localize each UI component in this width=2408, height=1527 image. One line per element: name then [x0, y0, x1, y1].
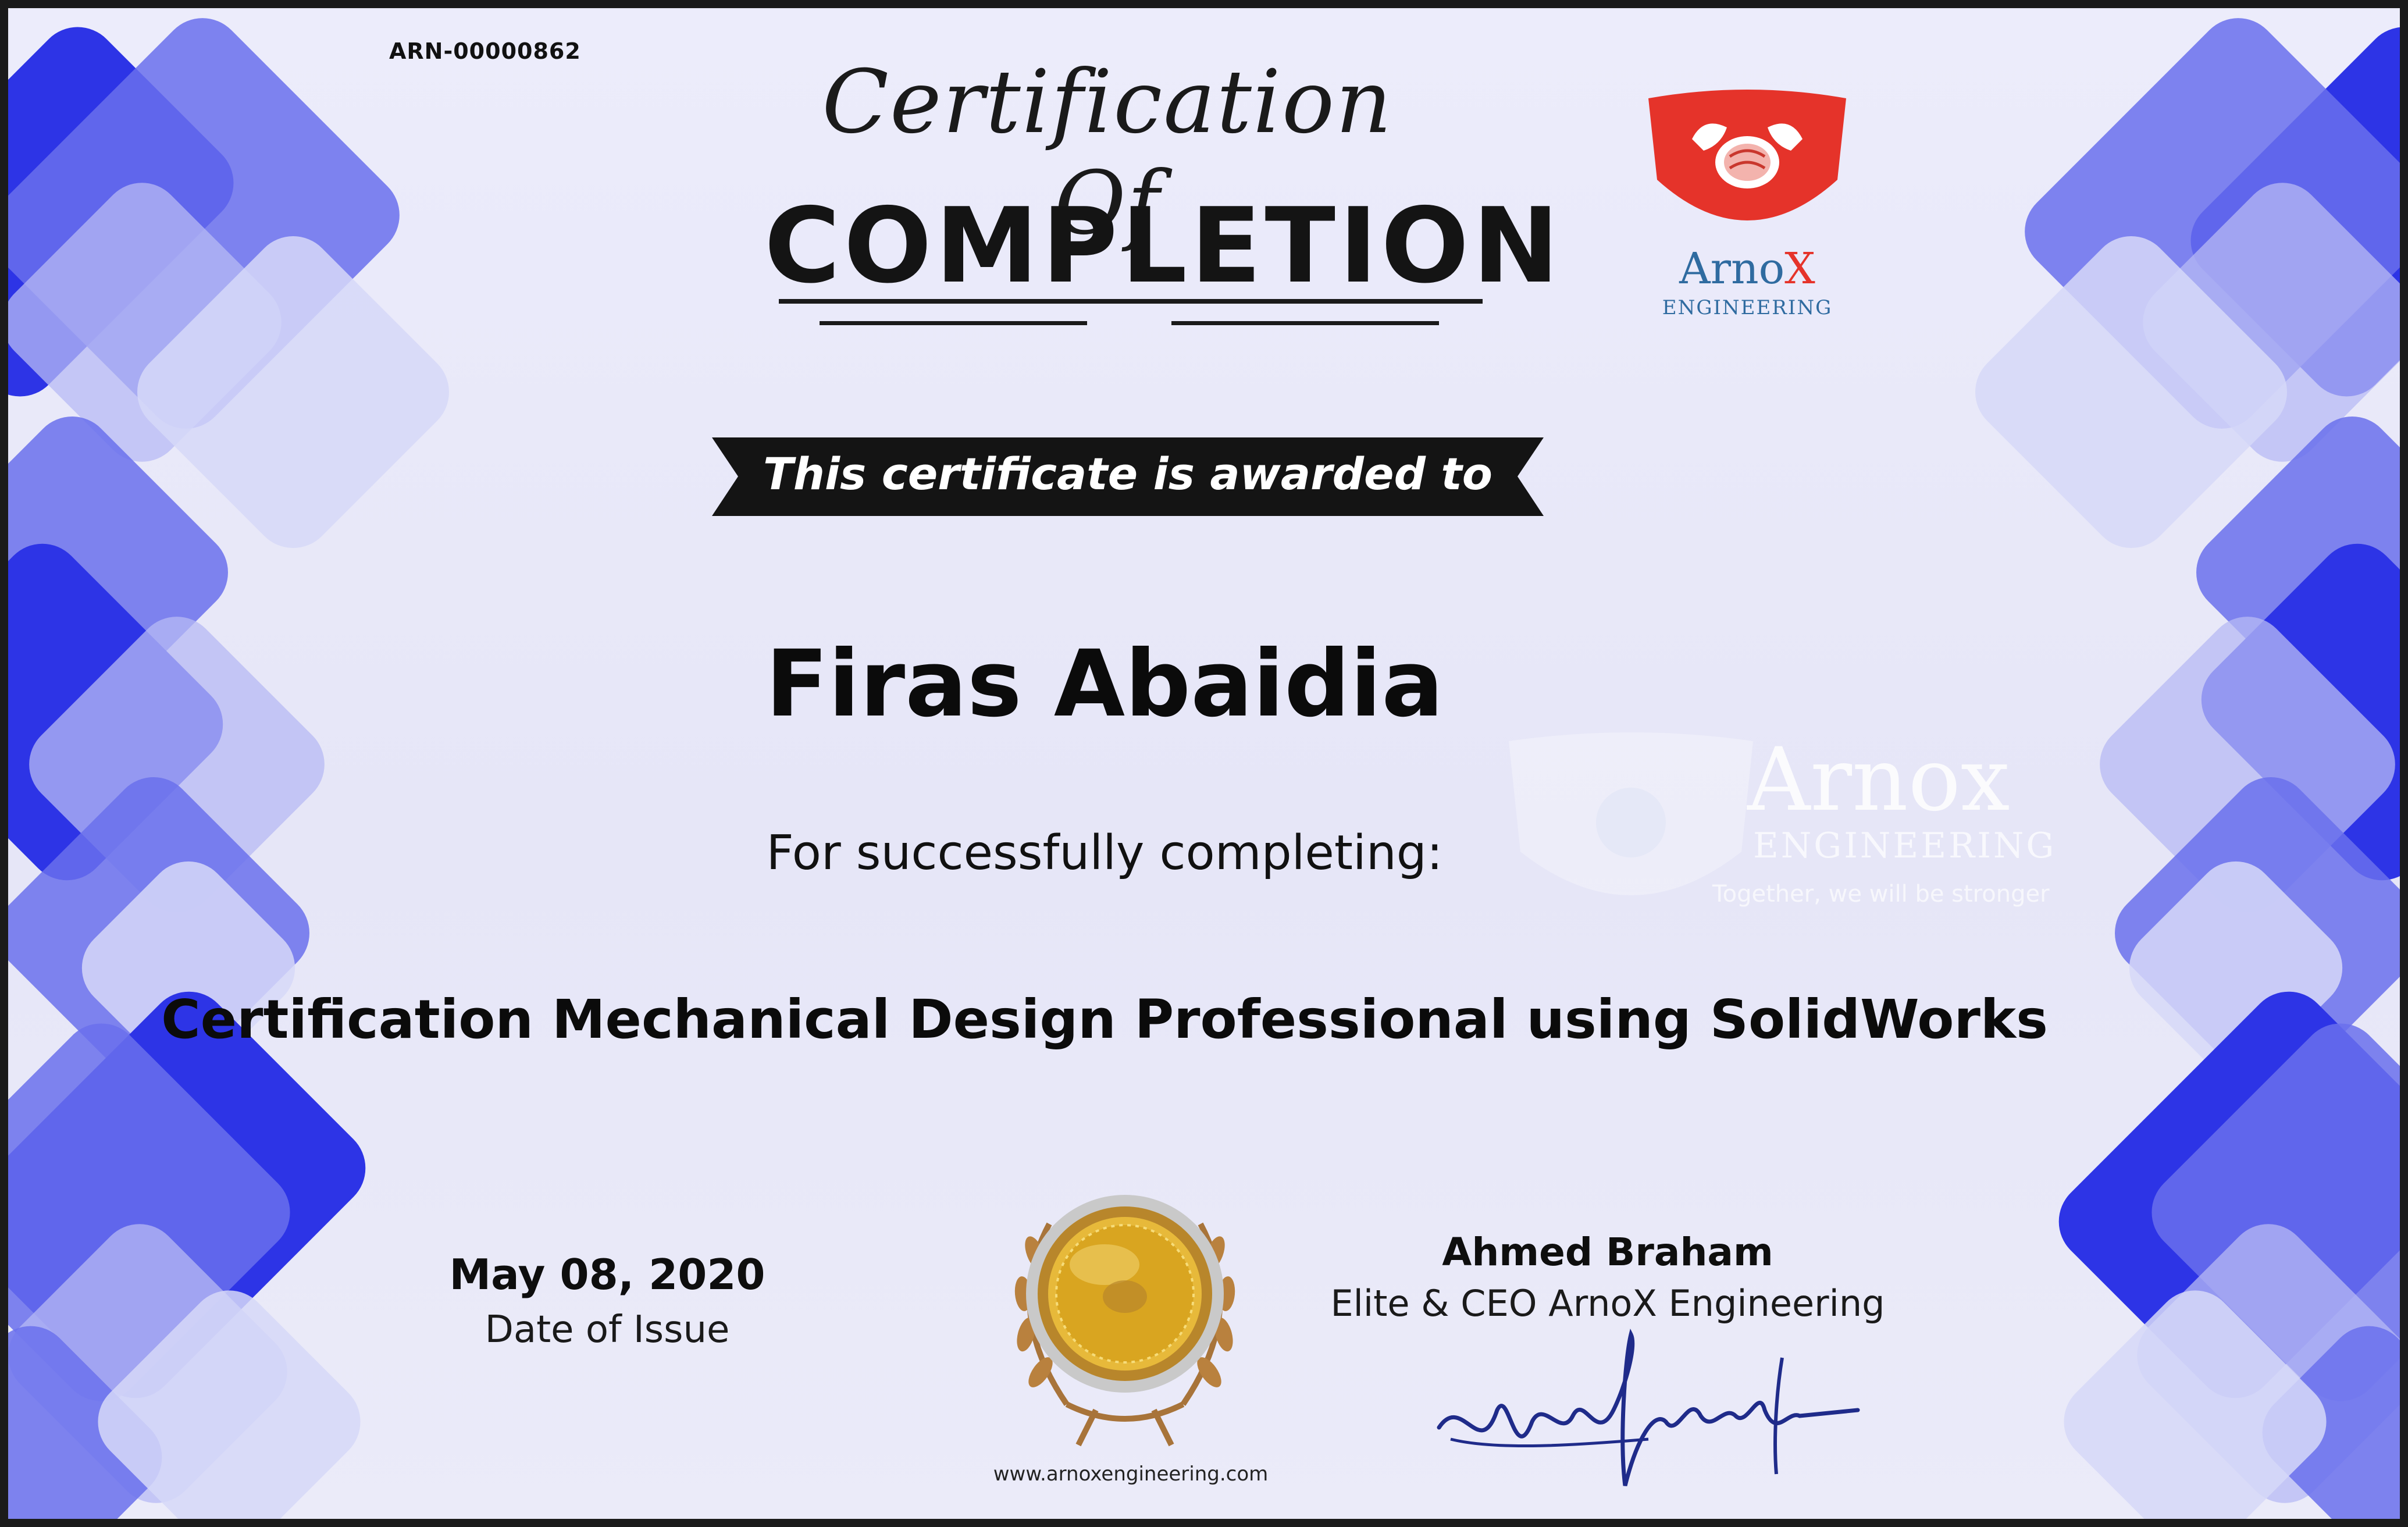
course-title: Certification Mechanical Design Professi… — [161, 988, 2048, 1051]
decorative-square — [8, 8, 416, 446]
watermark-word: Arnox — [1747, 729, 2010, 831]
certificate: ARN-00000862 Certification Of COMPLETION… — [0, 0, 2408, 1527]
company-logo: ArnoX ENGINEERING — [1637, 87, 1858, 319]
for-completing-text: For successfully completing: — [766, 825, 1443, 881]
decorative-square — [2008, 8, 2400, 446]
shield-logo-icon — [1648, 90, 1846, 220]
logo-word-start: Arno — [1679, 244, 1785, 294]
logo-word-end: X — [1784, 244, 1815, 294]
decorative-square — [8, 1309, 179, 1519]
watermark-tagline: Together, we will be stronger — [1712, 881, 2050, 907]
title-rule-left — [820, 321, 1087, 325]
decorative-square — [8, 1207, 304, 1519]
signer-role: Elite & CEO ArnoX Engineering — [1330, 1282, 1885, 1325]
decorative-square — [2098, 760, 2400, 1106]
decorative-square — [81, 1273, 377, 1519]
decorative-square — [2120, 1207, 2400, 1519]
decorative-square — [2184, 526, 2400, 898]
signer-name: Ahmed Braham — [1442, 1230, 1773, 1275]
website-link[interactable]: www.arnoxengineering.com — [927, 1462, 1334, 1486]
issue-date-label: Date of Issue — [485, 1308, 730, 1351]
awarded-ribbon: This certificate is awarded to — [712, 437, 1544, 516]
handwritten-signature — [1437, 1328, 1860, 1486]
decorative-square — [2042, 974, 2400, 1415]
decorative-square — [8, 1006, 307, 1418]
decorative-square — [8, 166, 298, 479]
decorative-square — [8, 526, 240, 898]
gold-medal-icon — [1014, 1195, 1235, 1447]
decorative-square — [2047, 1273, 2343, 1519]
decorative-square — [120, 219, 466, 565]
ribbon-text: This certificate is awarded to — [763, 448, 1492, 500]
decorative-square — [2179, 400, 2400, 745]
decorative-square — [2174, 10, 2400, 414]
reference-number: ARN-00000862 — [389, 38, 581, 64]
logo-subtitle: ENGINEERING — [1662, 296, 1833, 319]
decorative-square — [2112, 844, 2360, 1092]
recipient-name: Firas Abaidia — [765, 631, 1444, 738]
decorative-square — [8, 760, 326, 1106]
decorative-square — [12, 600, 341, 929]
decorative-square — [65, 844, 312, 1092]
decorative-square — [8, 10, 251, 414]
issue-date: May 08, 2020 — [449, 1250, 765, 1299]
title-main: COMPLETION — [764, 186, 1563, 306]
watermark-subtitle: ENGINEERING — [1753, 825, 2057, 866]
decorative-square — [2135, 1006, 2400, 1418]
title-rule-right — [1171, 321, 1439, 325]
decorative-square — [8, 400, 245, 745]
decorative-square — [1958, 219, 2304, 565]
decorative-square — [2126, 166, 2400, 479]
title-underline — [779, 299, 1483, 304]
logo-wordmark: ArnoX — [1637, 244, 1858, 294]
decorative-square — [2083, 600, 2400, 929]
decorative-square — [2245, 1309, 2400, 1519]
